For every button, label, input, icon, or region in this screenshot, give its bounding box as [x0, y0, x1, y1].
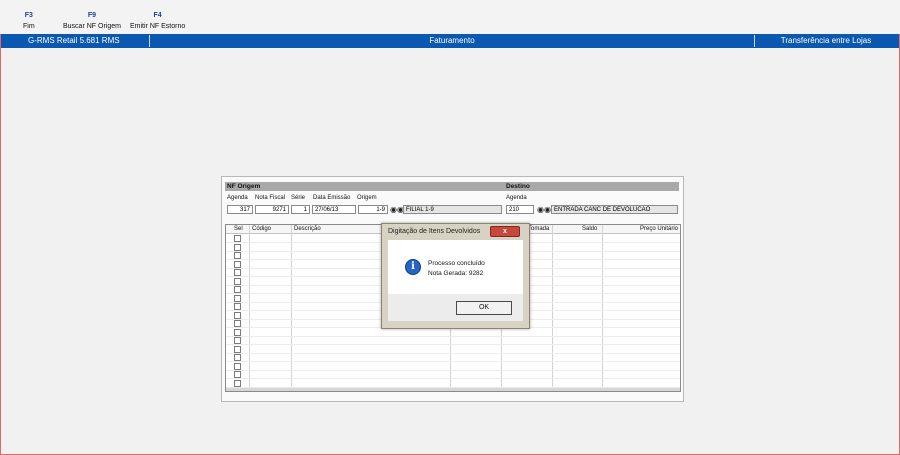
table-row[interactable]	[226, 345, 680, 354]
title-separator	[754, 35, 755, 47]
data-emissao-field[interactable]: 27/06/13	[312, 205, 356, 214]
title-separator	[149, 35, 150, 47]
nota-fiscal-field[interactable]: 9271	[255, 205, 289, 214]
col-descricao[interactable]: Descrição	[294, 225, 321, 233]
col-saldo[interactable]: Saldo	[582, 225, 597, 233]
app-name: G-RMS Retail 5.681 RMS	[28, 36, 120, 45]
binoculars-icon[interactable]: ◉◉	[537, 205, 551, 214]
col-sel[interactable]: Sel	[234, 225, 243, 233]
emitir-key: F4	[153, 12, 162, 19]
destino-header: Destino	[504, 182, 679, 191]
binoculars-icon[interactable]: ◉◉	[390, 205, 404, 214]
table-row[interactable]	[226, 379, 680, 388]
row-select-checkbox[interactable]	[234, 252, 241, 259]
table-row[interactable]	[226, 328, 680, 337]
fim-label: Fim	[23, 23, 35, 30]
screen-name: Transferência entre Lojas	[780, 36, 872, 45]
row-select-checkbox[interactable]	[234, 235, 241, 242]
emitir-nf-estorno-button[interactable]: F4 Emitir NF Estorno	[130, 10, 185, 32]
col-codigo[interactable]: Código	[252, 225, 271, 233]
row-select-checkbox[interactable]	[234, 311, 241, 319]
origem-label: Origem	[357, 195, 377, 201]
data-emissao-label: Data Emissão	[313, 195, 351, 201]
buscar-nf-origem-button[interactable]: F9 Buscar NF Origem	[63, 10, 121, 32]
origem-field[interactable]: 1-9	[358, 205, 388, 214]
row-select-checkbox[interactable]	[234, 303, 241, 310]
agenda-label: Agenda	[227, 195, 248, 201]
agenda-field[interactable]: 317	[227, 205, 253, 214]
fim-key: F3	[24, 12, 33, 19]
row-select-checkbox[interactable]	[234, 260, 241, 268]
row-select-checkbox[interactable]	[234, 328, 241, 336]
buscar-key: F9	[87, 12, 97, 19]
row-select-checkbox[interactable]	[234, 362, 241, 370]
grid-horizontal-scrollbar[interactable]	[226, 388, 680, 391]
module-name: Faturamento	[429, 36, 475, 45]
process-complete-dialog: Digitação de Itens Devolvidos x i Proces…	[381, 223, 530, 329]
emitir-label: Emitir NF Estorno	[130, 23, 186, 30]
fim-button[interactable]: F3 Fim	[23, 10, 35, 32]
origem-description: FILIAL 1-9	[403, 205, 502, 214]
dialog-button-area: OK	[388, 294, 523, 321]
row-select-checkbox[interactable]	[234, 320, 241, 327]
dialog-message-line1: Processo concluído	[428, 260, 485, 267]
table-row[interactable]	[226, 371, 680, 379]
row-select-checkbox[interactable]	[234, 379, 241, 387]
row-select-checkbox[interactable]	[234, 345, 241, 353]
serie-label: Série	[291, 195, 306, 201]
function-key-toolbar: F3 Fim F9 Buscar NF Origem F4 Emitir NF …	[0, 0, 900, 34]
row-select-checkbox[interactable]	[234, 294, 241, 302]
destino-agenda-field[interactable]: 210	[506, 205, 534, 214]
dialog-message-area: i Processo concluído Nota Gerada: 9282	[388, 240, 523, 294]
nota-fiscal-label: Nota Fiscal	[255, 195, 286, 201]
information-icon: i	[405, 259, 421, 275]
dialog-title: Digitação de Itens Devolvidos	[388, 228, 481, 235]
col-tomada[interactable]: Tomada	[528, 225, 549, 233]
row-select-checkbox[interactable]	[234, 286, 241, 293]
ok-button[interactable]: OK	[456, 301, 512, 315]
serie-field[interactable]: 1	[291, 205, 310, 214]
nf-origem-header: NF Origem	[225, 182, 504, 191]
dialog-close-button[interactable]: x	[490, 226, 520, 237]
table-row[interactable]	[226, 337, 680, 345]
table-row[interactable]	[226, 354, 680, 362]
row-select-checkbox[interactable]	[234, 269, 241, 276]
table-row[interactable]	[226, 362, 680, 371]
row-select-checkbox[interactable]	[234, 277, 241, 285]
col-preco-unitario[interactable]: Preço Unitário	[640, 225, 678, 233]
destino-agenda-description: ENTRADA CANC DE DEVOLUCAO	[551, 205, 678, 214]
row-select-checkbox[interactable]	[234, 354, 241, 361]
row-select-checkbox[interactable]	[234, 371, 241, 378]
row-select-checkbox[interactable]	[234, 243, 241, 251]
buscar-label: Buscar NF Origem	[63, 23, 121, 30]
destino-agenda-label: Agenda	[506, 195, 527, 201]
row-select-checkbox[interactable]	[234, 337, 241, 344]
dialog-message-line2: Nota Gerada: 9282	[428, 270, 484, 277]
app-title-bar: G-RMS Retail 5.681 RMS Faturamento Trans…	[1, 34, 899, 48]
